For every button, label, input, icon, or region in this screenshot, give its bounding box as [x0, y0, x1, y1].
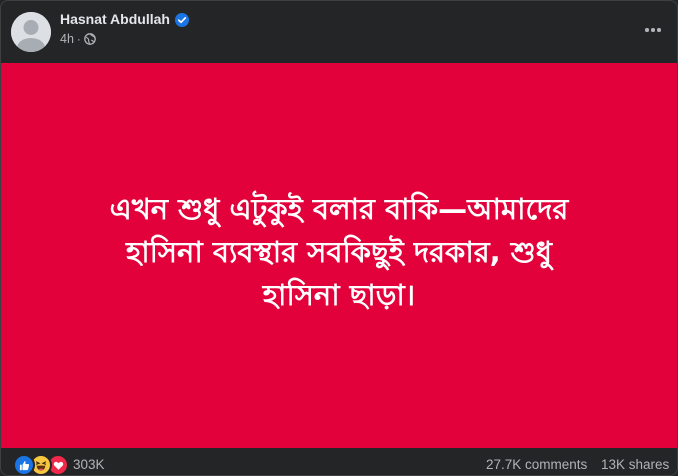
- more-options-button[interactable]: [639, 16, 667, 44]
- verified-badge-icon: [174, 12, 189, 27]
- post-card: Hasnat Abdullah 4h · এখন শুধু এটুকুই বলা…: [0, 0, 678, 476]
- post-text-line: হাসিনা ছাড়া।: [262, 278, 416, 312]
- post-text-background[interactable]: এখন শুধু এটুকুই বলার বাকি—আমাদের হাসিনা …: [1, 63, 677, 448]
- reaction-count[interactable]: 303K: [73, 457, 105, 472]
- more-options-icon: [645, 28, 649, 32]
- post-header: Hasnat Abdullah 4h ·: [1, 1, 677, 63]
- meta-separator: ·: [76, 32, 81, 46]
- default-avatar-icon: [11, 12, 51, 52]
- post-meta: 4h ·: [60, 32, 96, 46]
- author-row: Hasnat Abdullah: [60, 11, 189, 27]
- more-options-dot: [657, 28, 661, 32]
- post-text: এখন শুধু এটুকুই বলার বাকি—আমাদের হাসিনা …: [39, 188, 639, 317]
- post-text-line: হাসিনা ব্যবস্থার সবকিছুই দরকার, শুধু: [125, 235, 553, 269]
- reaction-icons[interactable]: [13, 454, 69, 475]
- author-name[interactable]: Hasnat Abdullah: [60, 11, 170, 27]
- comments-count-link[interactable]: 27.7K comments: [486, 457, 587, 472]
- like-icon: [13, 454, 35, 475]
- post-text-line: এখন শুধু এটুকুই বলার বাকি—আমাদের: [109, 192, 569, 226]
- author-avatar[interactable]: [11, 12, 51, 52]
- globe-icon[interactable]: [84, 33, 96, 45]
- post-timestamp[interactable]: 4h: [60, 32, 74, 46]
- post-footer: 303K 27.7K comments 13K shares: [1, 448, 677, 475]
- more-options-dot: [651, 28, 655, 32]
- shares-count-link[interactable]: 13K shares: [601, 457, 669, 472]
